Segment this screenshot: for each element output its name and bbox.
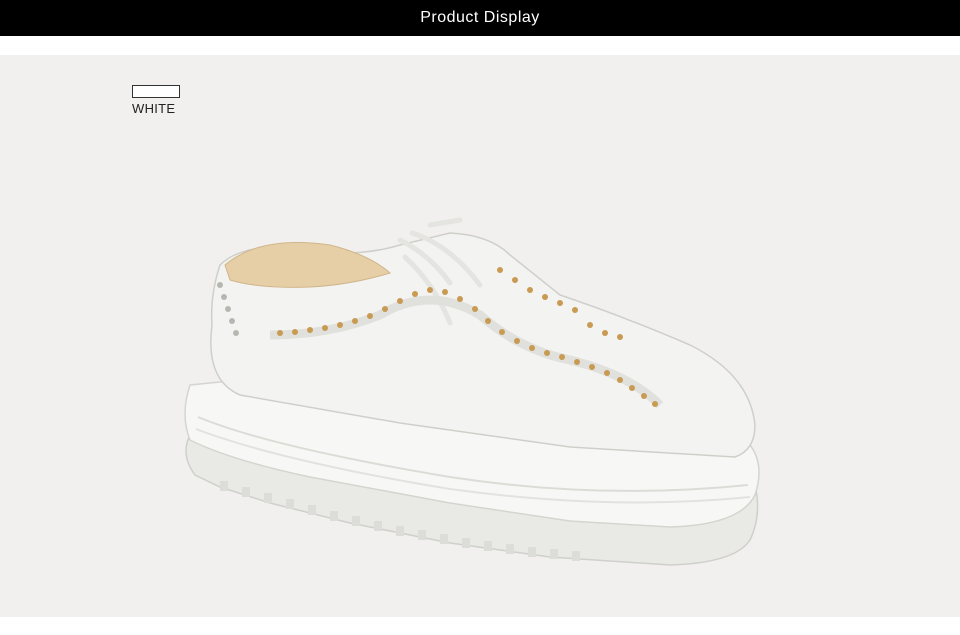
shoe-product-image bbox=[184, 217, 760, 566]
product-stage: WHITE bbox=[0, 55, 960, 617]
header-bar: Product Display bbox=[0, 0, 960, 36]
color-option-white[interactable]: WHITE bbox=[132, 85, 182, 125]
color-label: WHITE bbox=[132, 101, 176, 116]
color-swatch bbox=[132, 85, 180, 98]
page-title: Product Display bbox=[420, 9, 540, 26]
